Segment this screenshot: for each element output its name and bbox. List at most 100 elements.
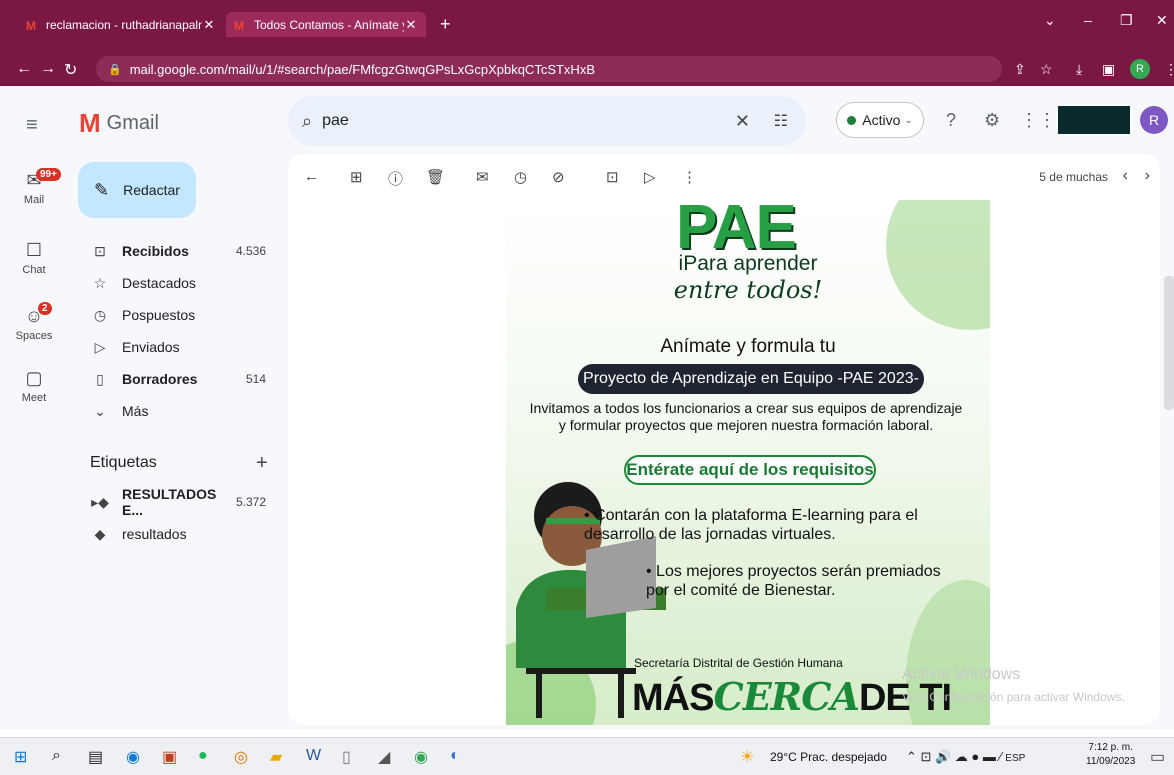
report-spam-icon[interactable]: ⓘ — [388, 168, 403, 189]
folder-more[interactable]: ⌄ Más — [68, 395, 280, 427]
task-view-icon[interactable]: ▤ — [88, 747, 103, 767]
gmail-m-icon: M — [79, 108, 101, 138]
archive-icon[interactable]: ⊞ — [350, 168, 363, 186]
url-text: mail.google.com/mail/u/1/#search/pae/FMf… — [129, 61, 595, 77]
more-options-icon[interactable]: ⋮ — [682, 168, 697, 186]
rail-spaces[interactable]: ☺ Spaces — [0, 306, 68, 342]
restore-button[interactable]: ❐ — [1120, 12, 1133, 29]
clock-time: 7:12 p. m. — [1088, 742, 1133, 753]
account-avatar[interactable]: R — [1140, 106, 1168, 134]
scrollbar-thumb[interactable] — [1164, 276, 1174, 410]
main-menu-icon[interactable]: ≡ — [26, 114, 38, 137]
clear-search-icon[interactable]: ✕ — [735, 111, 750, 132]
app-icon[interactable]: ◢ — [378, 747, 390, 767]
share-icon[interactable]: ⇪ — [1014, 61, 1026, 78]
add-task-icon[interactable]: ⊘ — [552, 168, 565, 186]
compose-button[interactable]: ✎ Redactar — [78, 162, 196, 218]
add-label-button[interactable]: + — [256, 452, 268, 475]
folder-drafts[interactable]: ▯ Borradores 514 — [68, 363, 280, 395]
back-button[interactable]: ← — [16, 60, 32, 78]
label-resultados-e[interactable]: ▸◆ RESULTADOS E... 5.372 — [68, 486, 280, 518]
windows-taskbar: ⊞ ⌕ ▤ ◉ ▣ ● ◎ ▰ W ▯ ◢ ◉ ◐ ☀ 29°C Prac. d… — [0, 737, 1174, 775]
label-resultados[interactable]: ◆ resultados — [68, 518, 280, 550]
url-field[interactable]: 🔒 mail.google.com/mail/u/1/#search/pae/F… — [96, 56, 1002, 82]
gmail-logo-text: Gmail — [106, 112, 159, 134]
status-selector[interactable]: Activo ⌄ — [836, 102, 924, 138]
reload-button[interactable]: ↻ — [64, 60, 77, 80]
chrome-profile-icon[interactable]: ◉ — [414, 747, 428, 767]
folder-count: 4.536 — [235, 244, 266, 258]
label-tag-icon: ▸◆ — [91, 493, 109, 510]
input-language[interactable]: ESP — [1005, 753, 1025, 764]
newer-message-icon[interactable]: ‹ — [1123, 167, 1128, 185]
powerpoint-icon[interactable]: ▣ — [162, 747, 177, 767]
forward-button[interactable]: → — [40, 60, 56, 78]
close-window-button[interactable]: ✕ — [1156, 12, 1168, 29]
folder-label: Enviados — [122, 339, 180, 355]
back-to-search-icon[interactable]: ← — [304, 168, 319, 185]
folder-sent[interactable]: ▷ Enviados — [68, 331, 280, 363]
help-icon[interactable]: ? — [946, 110, 956, 131]
mark-unread-icon[interactable]: ✉ — [476, 168, 489, 186]
search-bar[interactable]: ⌕ pae ✕ ☷ — [288, 96, 806, 146]
search-icon[interactable]: ⌕ — [52, 747, 61, 765]
bookmark-star-icon[interactable]: ☆ — [1040, 61, 1053, 78]
gmail-icon: M — [234, 18, 244, 33]
edge-icon[interactable]: ◉ — [126, 747, 140, 767]
clock-date: 11/09/2023 — [1086, 756, 1136, 767]
pae-invitation: Invitamos a todos los funcionarios a cre… — [529, 400, 963, 433]
chevron-down-icon: ⌄ — [904, 114, 913, 126]
clock-icon: ◷ — [93, 306, 107, 323]
folder-label: Pospuestos — [122, 307, 196, 323]
system-tray[interactable]: ⌃ ⊡ 🔊 ☁ ● ▬ ⁄ ESP — [906, 749, 1025, 765]
new-tab-button[interactable]: + — [440, 14, 451, 35]
pae-bullet-elearning: • Contarán con la plataforma E-learning … — [584, 507, 918, 543]
browser-tab-todos-contamos[interactable]: M Todos Contamos - Anímate y ✕ — [226, 12, 426, 37]
folder-count: 514 — [245, 372, 266, 386]
windows-start-icon[interactable]: ⊞ — [14, 747, 27, 767]
browser-menu-icon[interactable]: ⋮ — [1164, 61, 1174, 78]
browser-profile-avatar[interactable]: R — [1130, 59, 1150, 79]
gmail-logo[interactable]: M Gmail — [79, 108, 159, 139]
weather-text[interactable]: 29°C Prac. despejado — [770, 750, 887, 764]
word-icon[interactable]: W — [306, 747, 321, 765]
side-panel-icon[interactable]: ▣ — [1102, 61, 1115, 78]
search-input[interactable]: pae — [322, 112, 349, 130]
settings-gear-icon[interactable]: ⚙ — [984, 110, 1000, 131]
app-icon[interactable]: ◐ — [450, 747, 460, 765]
organization-logo[interactable] — [1056, 104, 1132, 136]
label-tag-icon: ◆ — [94, 525, 106, 542]
rail-label: Meet — [21, 392, 47, 404]
search-icon[interactable]: ⌕ — [302, 111, 312, 132]
folder-inbox[interactable]: ⊡ Recibidos 4.536 — [68, 235, 280, 267]
rail-label: Mail — [23, 194, 45, 206]
weather-icon[interactable]: ☀ — [740, 747, 754, 767]
file-explorer-icon[interactable]: ▰ — [270, 747, 282, 767]
label-icon[interactable]: ▷ — [644, 168, 656, 186]
rail-meet[interactable]: ▢ Meet — [0, 368, 68, 404]
spotify-icon[interactable]: ● — [198, 747, 208, 765]
download-icon[interactable]: ⤓ — [1076, 61, 1082, 78]
tab-search-icon[interactable]: ⌄ — [1044, 12, 1056, 29]
gmail-icon: M — [26, 18, 36, 33]
notepad-icon[interactable]: ▯ — [342, 747, 351, 767]
snooze-icon[interactable]: ◷ — [514, 168, 527, 186]
folder-snoozed[interactable]: ◷ Pospuestos — [68, 299, 280, 331]
chrome-icon[interactable]: ◎ — [234, 747, 248, 767]
taskbar-clock[interactable]: 7:12 p. m. 11/09/2023 — [1086, 741, 1135, 769]
pae-bullet-premios: • Los mejores proyectos serán premiados … — [646, 563, 941, 599]
rail-chat[interactable]: ☐ Chat — [0, 240, 68, 276]
close-tab-icon[interactable]: ✕ — [404, 17, 418, 33]
browser-tab-reclamacion[interactable]: M reclamacion - ruthadrianapalmet ✕ — [18, 12, 224, 37]
apps-grid-icon[interactable]: ⋮⋮ — [1020, 110, 1056, 131]
delete-trash-icon[interactable]: 🗑 — [426, 168, 445, 186]
move-to-icon[interactable]: ⊡ — [606, 168, 619, 186]
activate-windows-title: Activar Windows — [902, 666, 1021, 683]
folder-starred[interactable]: ☆ Destacados — [68, 267, 280, 299]
search-options-icon[interactable]: ☷ — [774, 111, 788, 131]
older-message-icon[interactable]: › — [1145, 167, 1150, 185]
minimize-button[interactable]: – — [1084, 12, 1092, 28]
notifications-icon[interactable]: ▭ — [1150, 747, 1165, 767]
pae-project-banner: Proyecto de Aprendizaje en Equipo -PAE 2… — [578, 364, 924, 394]
close-tab-icon[interactable]: ✕ — [202, 17, 216, 33]
